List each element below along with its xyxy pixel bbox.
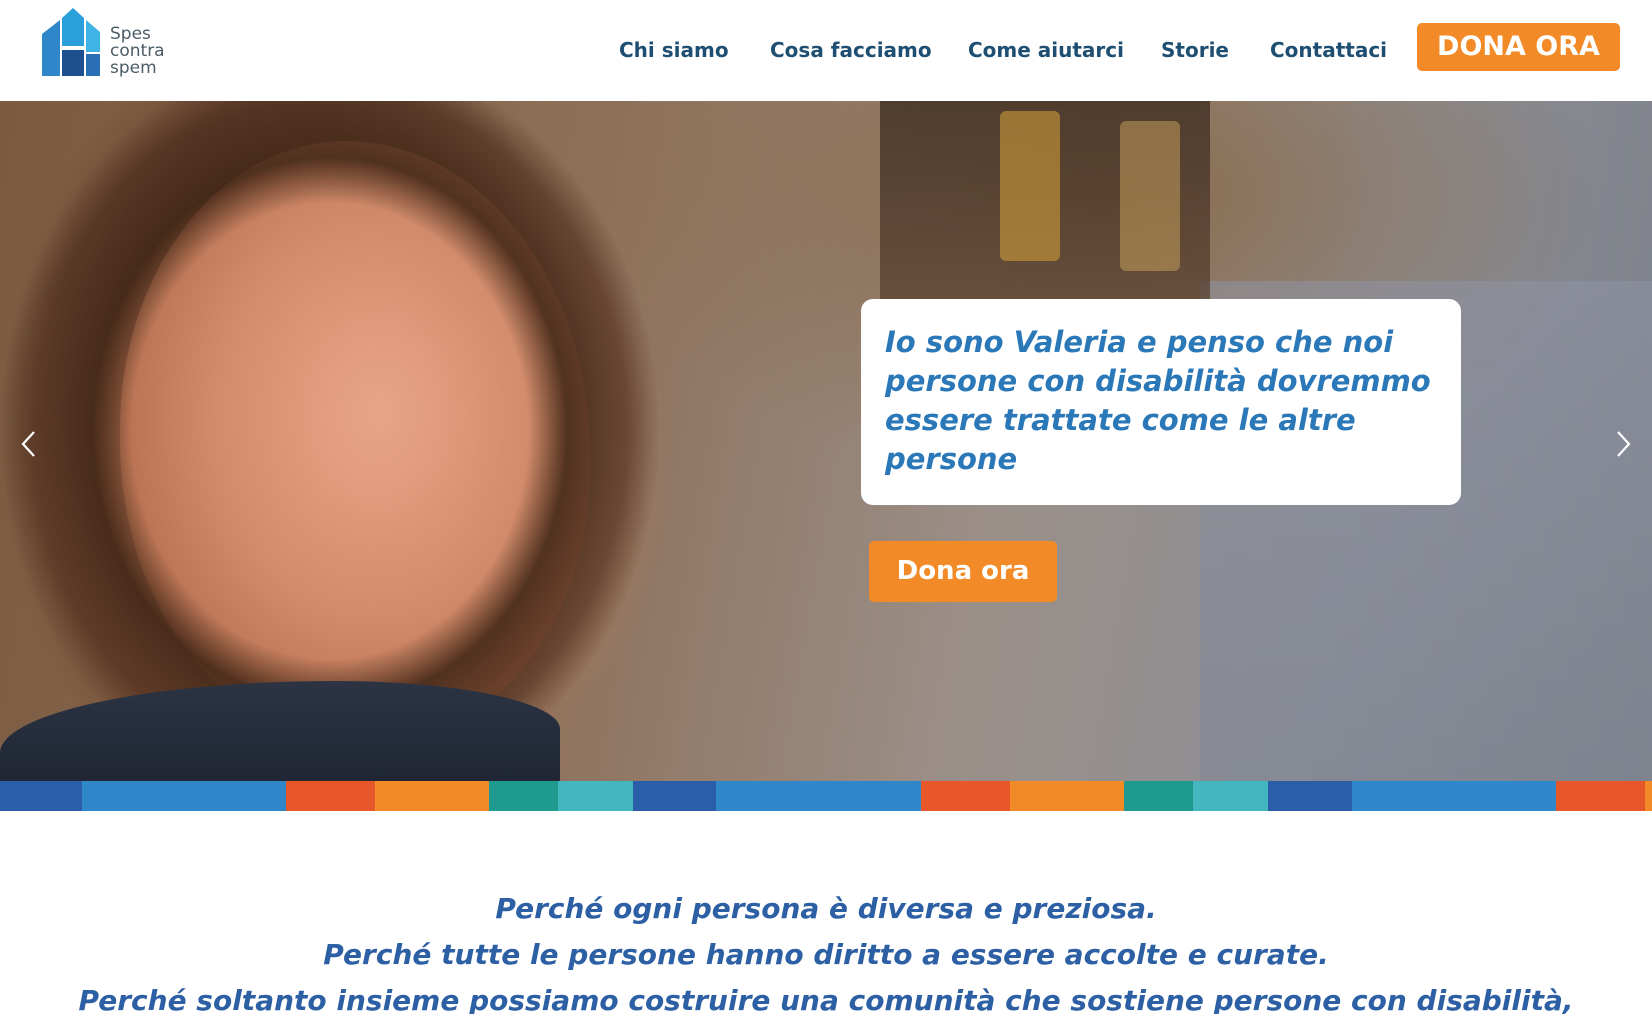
band-segment (633, 781, 716, 811)
band-segment (1352, 781, 1556, 811)
hero-quote-card: Io sono Valeria e penso che noi persone … (861, 299, 1461, 505)
nav-item-storie[interactable]: Storie (1161, 38, 1229, 62)
logo[interactable]: Spes contra spem (40, 6, 180, 80)
mission-line: Perché ogni persona è diversa e preziosa… (495, 892, 1157, 925)
band-segment (0, 781, 82, 811)
mission-line: Perché tutte le persone hanno diritto a … (323, 938, 1329, 971)
band-segment (375, 781, 489, 811)
logo-line-3: spem (110, 58, 157, 78)
logo-house-icon (42, 8, 100, 76)
mission-statement: Perché ogni persona è diversa e preziosa… (0, 886, 1652, 1014)
hero-portrait-hair (0, 101, 720, 781)
band-segment (716, 781, 921, 811)
band-segment (1268, 781, 1352, 811)
chevron-left-icon (21, 431, 35, 457)
slider-prev-button[interactable] (16, 424, 42, 464)
band-segment (82, 781, 286, 811)
band-segment (921, 781, 1010, 811)
band-segment (558, 781, 633, 811)
hero-background-bottle (1000, 111, 1060, 261)
color-band-divider (0, 781, 1652, 811)
donate-now-header-button[interactable]: DONA ORA (1417, 23, 1620, 71)
hero-background-bottle (1120, 121, 1180, 271)
band-segment (1010, 781, 1124, 811)
band-segment (1556, 781, 1645, 811)
nav-item-contattaci[interactable]: Contattaci (1270, 38, 1387, 62)
hero-quote-text: Io sono Valeria e penso che noi persone … (885, 325, 1431, 476)
nav-item-come-aiutarci[interactable]: Come aiutarci (968, 38, 1124, 62)
donate-now-hero-button[interactable]: Dona ora (869, 541, 1057, 602)
band-segment (1645, 781, 1652, 811)
nav-item-cosa-facciamo[interactable]: Cosa facciamo (770, 38, 932, 62)
band-segment (1124, 781, 1193, 811)
band-segment (489, 781, 558, 811)
nav-item-chi-siamo[interactable]: Chi siamo (619, 38, 729, 62)
mission-line: Perché soltanto insieme possiamo costrui… (78, 984, 1574, 1014)
band-segment (286, 781, 375, 811)
slider-next-button[interactable] (1610, 424, 1636, 464)
chevron-right-icon (1617, 431, 1631, 457)
band-segment (1193, 781, 1268, 811)
site-header: Spes contra spem Chi siamo Cosa facciamo… (0, 0, 1652, 101)
logo-wordmark: Spes contra spem (110, 26, 165, 77)
